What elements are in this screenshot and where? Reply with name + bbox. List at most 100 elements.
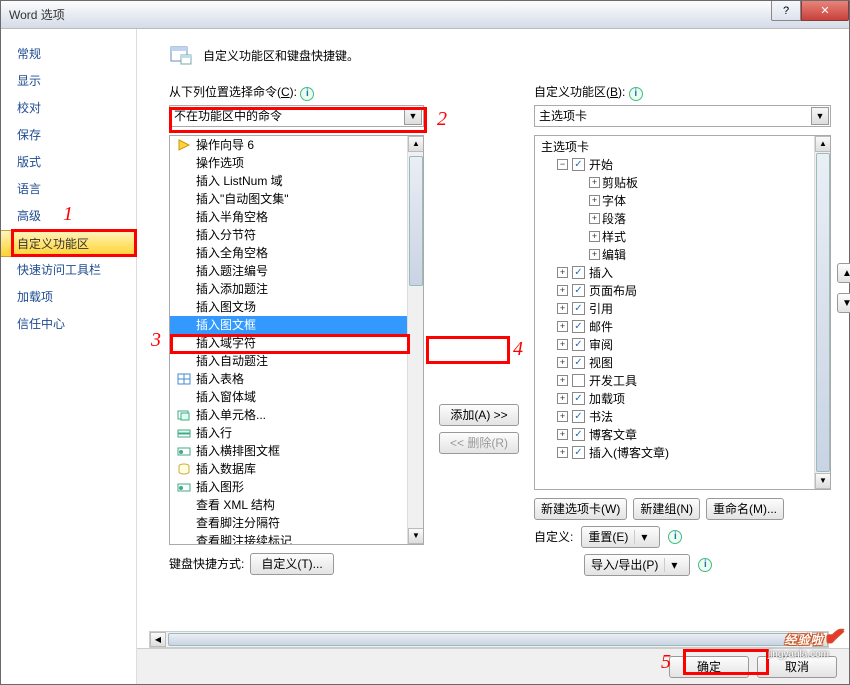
list-item[interactable]: 操作向导 6 [170, 136, 407, 154]
list-item[interactable]: 插入"自动图文集" [170, 190, 407, 208]
list-item[interactable]: 插入行 [170, 424, 407, 442]
tree-item[interactable]: −✓开始 [537, 156, 812, 174]
checkbox[interactable]: ✓ [572, 158, 585, 171]
list-item[interactable]: 插入数据库 [170, 460, 407, 478]
tree-item[interactable]: +✓书法 [537, 408, 812, 426]
list-item[interactable]: 插入图文框 [170, 316, 407, 334]
checkbox[interactable]: ✓ [572, 320, 585, 333]
scrollbar[interactable]: ▲ ▼ [407, 136, 423, 544]
tree-item[interactable]: +字体 [537, 192, 812, 210]
commands-from-dropdown[interactable]: 不在功能区中的命令 ▼ [169, 105, 424, 127]
list-item[interactable]: 查看 XML 结构 [170, 496, 407, 514]
checkbox[interactable]: ✓ [572, 302, 585, 315]
scroll-down-icon[interactable]: ▼ [408, 528, 424, 544]
move-up-button[interactable]: ▲ [837, 263, 850, 283]
list-item[interactable]: 插入全角空格 [170, 244, 407, 262]
ribbon-dropdown[interactable]: 主选项卡 ▼ [534, 105, 831, 127]
import-export-button[interactable]: 导入/导出(P) [584, 554, 690, 576]
list-item[interactable]: 操作选项 [170, 154, 407, 172]
chevron-down-icon[interactable]: ▼ [404, 107, 422, 125]
list-item[interactable]: 查看脚注接续标记 [170, 532, 407, 544]
expand-icon[interactable]: + [557, 339, 568, 350]
new-tab-button[interactable]: 新建选项卡(W) [534, 498, 627, 520]
tree-item[interactable]: +剪贴板 [537, 174, 812, 192]
add-button[interactable]: 添加(A) >> [439, 404, 518, 426]
tree-item[interactable]: +样式 [537, 228, 812, 246]
expand-icon[interactable]: + [557, 303, 568, 314]
ok-button[interactable]: 确定 [669, 656, 749, 678]
cancel-button[interactable]: 取消 [757, 656, 837, 678]
sidebar-item[interactable]: 版式 [1, 149, 136, 176]
list-item[interactable]: 插入自动题注 [170, 352, 407, 370]
move-down-button[interactable]: ▼ [837, 293, 850, 313]
checkbox[interactable]: ✓ [572, 266, 585, 279]
customize-keyboard-button[interactable]: 自定义(T)... [250, 553, 333, 575]
tree-item[interactable]: +✓博客文章 [537, 426, 812, 444]
list-item[interactable]: 插入半角空格 [170, 208, 407, 226]
reset-button[interactable]: 重置(E) [581, 526, 660, 548]
titlebar[interactable]: Word 选项 ? ✕ [1, 1, 849, 29]
list-item[interactable]: 插入分节符 [170, 226, 407, 244]
help-button[interactable]: ? [771, 1, 801, 21]
remove-button[interactable]: << 删除(R) [439, 432, 519, 454]
list-item[interactable]: 插入单元格... [170, 406, 407, 424]
expand-icon[interactable]: + [557, 375, 568, 386]
scroll-thumb[interactable] [168, 633, 810, 646]
tree-item[interactable]: +段落 [537, 210, 812, 228]
sidebar-item[interactable]: 校对 [1, 95, 136, 122]
expand-icon[interactable]: + [557, 357, 568, 368]
tree-item[interactable]: +✓插入 [537, 264, 812, 282]
scrollbar[interactable]: ▲ ▼ [814, 136, 830, 489]
expand-icon[interactable]: + [557, 411, 568, 422]
scroll-up-icon[interactable]: ▲ [815, 136, 831, 152]
chevron-down-icon[interactable]: ▼ [811, 107, 829, 125]
scroll-left-icon[interactable]: ◀ [150, 632, 166, 647]
scroll-thumb[interactable] [409, 156, 423, 286]
sidebar-item[interactable]: 保存 [1, 122, 136, 149]
list-item[interactable]: 查看脚注分隔符 [170, 514, 407, 532]
expand-icon[interactable]: + [589, 249, 600, 260]
tree-item[interactable]: +✓审阅 [537, 336, 812, 354]
checkbox[interactable]: ✓ [572, 392, 585, 405]
sidebar-item[interactable]: 信任中心 [1, 311, 136, 338]
sidebar-item[interactable]: 语言 [1, 176, 136, 203]
list-item[interactable]: 插入域字符 [170, 334, 407, 352]
list-item[interactable]: 插入添加题注 [170, 280, 407, 298]
checkbox[interactable]: ✓ [572, 338, 585, 351]
tree-item[interactable]: +✓加载项 [537, 390, 812, 408]
scroll-down-icon[interactable]: ▼ [815, 473, 831, 489]
sidebar-item[interactable]: 加载项 [1, 284, 136, 311]
sidebar-item[interactable]: 自定义功能区 [1, 230, 137, 257]
scroll-right-icon[interactable]: ▶ [812, 632, 828, 647]
expand-icon[interactable]: + [557, 285, 568, 296]
checkbox[interactable]: ✓ [572, 428, 585, 441]
tree-item[interactable]: +✓视图 [537, 354, 812, 372]
list-item[interactable]: 插入题注编号 [170, 262, 407, 280]
expand-icon[interactable]: + [589, 177, 600, 188]
scroll-thumb[interactable] [816, 153, 830, 472]
expand-icon[interactable]: + [557, 393, 568, 404]
expand-icon[interactable]: + [557, 429, 568, 440]
tree-item[interactable]: +编辑 [537, 246, 812, 264]
list-item[interactable]: 插入横排图文框 [170, 442, 407, 460]
checkbox[interactable]: ✓ [572, 284, 585, 297]
expand-icon[interactable]: + [557, 321, 568, 332]
list-item[interactable]: 插入窗体域 [170, 388, 407, 406]
help-icon[interactable]: i [300, 87, 314, 101]
rename-button[interactable]: 重命名(M)... [706, 498, 784, 520]
help-icon[interactable]: i [629, 87, 643, 101]
list-item[interactable]: 插入表格 [170, 370, 407, 388]
expand-icon[interactable]: + [589, 195, 600, 206]
list-item[interactable]: 插入图文场 [170, 298, 407, 316]
checkbox[interactable]: ✓ [572, 356, 585, 369]
commands-listbox[interactable]: 操作向导 6操作选项插入 ListNum 域插入"自动图文集"插入半角空格插入分… [169, 135, 424, 545]
scroll-up-icon[interactable]: ▲ [408, 136, 424, 152]
help-icon[interactable]: i [668, 530, 682, 544]
list-item[interactable]: 插入图形 [170, 478, 407, 496]
list-item[interactable]: 插入 ListNum 域 [170, 172, 407, 190]
expand-icon[interactable]: + [589, 213, 600, 224]
checkbox[interactable]: ✓ [572, 446, 585, 459]
tree-item[interactable]: +✓引用 [537, 300, 812, 318]
sidebar-item[interactable]: 常规 [1, 41, 136, 68]
sidebar-item[interactable]: 快速访问工具栏 [1, 257, 136, 284]
